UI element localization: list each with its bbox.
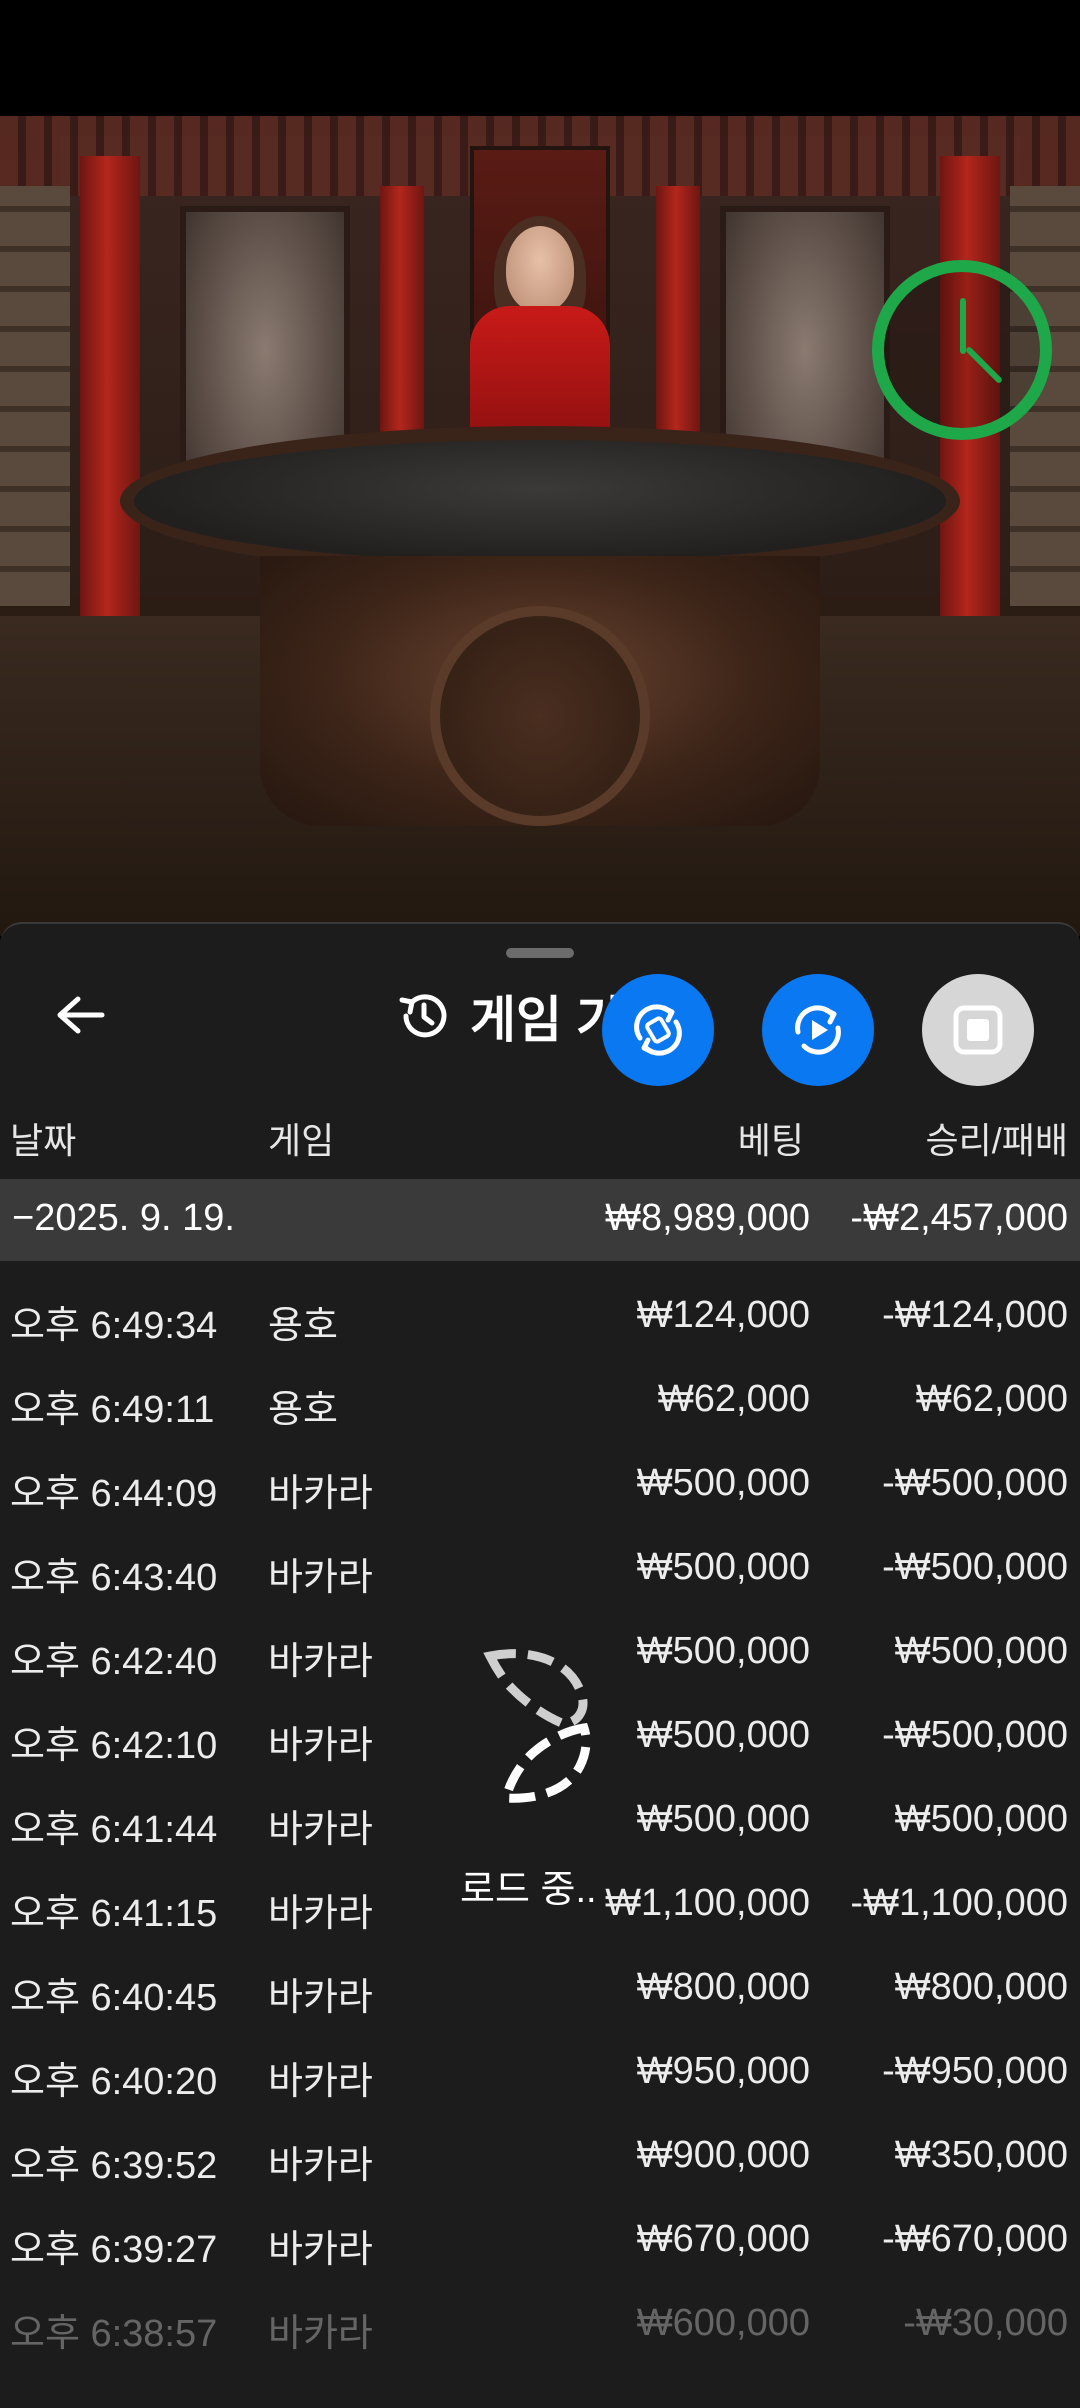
row-result: -₩124,000 <box>882 1294 1068 1336</box>
group-bet-total: ₩8,989,000 <box>605 1197 810 1239</box>
row-time: 오후 6:49:34 <box>10 1305 218 1347</box>
table-row[interactable]: 오후 6:43:40 바카라 ₩500,000 -₩500,000 <box>0 1526 1080 1610</box>
row-bet: ₩500,000 <box>636 1462 810 1504</box>
row-game: 바카라 <box>268 1725 373 1767</box>
dealer-body <box>470 306 610 446</box>
stop-icon <box>953 1005 1003 1055</box>
row-bet: ₩600,000 <box>636 2302 810 2344</box>
sheet-grabber[interactable] <box>506 948 574 958</box>
row-game: 용호 <box>268 1305 338 1347</box>
date-group-row[interactable]: −2025. 9. 19. ₩8,989,000 -₩2,457,000 <box>0 1179 1080 1261</box>
row-result: -₩1,100,000 <box>850 1882 1068 1924</box>
row-game: 바카라 <box>268 2313 373 2355</box>
row-bet: ₩500,000 <box>636 1798 810 1840</box>
table-row[interactable]: 오후 6:49:11 용호 ₩62,000 ₩62,000 <box>0 1358 1080 1442</box>
row-game: 바카라 <box>268 1557 373 1599</box>
row-time: 오후 6:39:52 <box>10 2145 218 2187</box>
row-time: 오후 6:41:44 <box>10 1809 218 1851</box>
back-button[interactable] <box>50 984 112 1046</box>
switch-table-button[interactable] <box>602 974 714 1086</box>
row-time: 오후 6:42:40 <box>10 1641 218 1683</box>
group-result-total: -₩2,457,000 <box>850 1197 1068 1239</box>
swap-icon <box>634 1004 682 1056</box>
row-result: -₩500,000 <box>882 1546 1068 1588</box>
row-bet: ₩800,000 <box>636 1966 810 2008</box>
arrow-left-icon <box>57 996 105 1034</box>
row-time: 오후 6:39:27 <box>10 2229 218 2271</box>
row-time: 오후 6:44:09 <box>10 1473 218 1515</box>
row-time: 오후 6:43:40 <box>10 1557 218 1599</box>
row-result: -₩670,000 <box>882 2218 1068 2260</box>
row-time: 오후 6:42:10 <box>10 1725 218 1767</box>
row-result: -₩30,000 <box>903 2302 1068 2344</box>
loading-logo-icon <box>483 1649 591 1803</box>
row-time: 오후 6:49:11 <box>10 1389 215 1431</box>
row-result: ₩62,000 <box>915 1378 1068 1420</box>
row-bet: ₩900,000 <box>636 2134 810 2176</box>
row-bet: ₩670,000 <box>636 2218 810 2260</box>
row-game: 바카라 <box>268 2229 373 2271</box>
game-table <box>120 426 960 576</box>
row-game: 바카라 <box>268 1473 373 1515</box>
table-row[interactable]: 오후 6:40:20 바카라 ₩950,000 -₩950,000 <box>0 2030 1080 2114</box>
row-bet: ₩1,100,000 <box>605 1882 810 1924</box>
history-list: 오후 6:49:34 용호 ₩124,000 -₩124,000 오후 6:49… <box>0 1274 1080 2366</box>
row-bet: ₩950,000 <box>636 2050 810 2092</box>
row-game: 바카라 <box>268 2145 373 2187</box>
status-bar <box>0 0 1080 116</box>
row-result: ₩350,000 <box>894 2134 1068 2176</box>
table-row[interactable]: 오후 6:44:09 바카라 ₩500,000 -₩500,000 <box>0 1442 1080 1526</box>
row-bet: ₩62,000 <box>657 1378 810 1420</box>
history-icon <box>399 994 447 1038</box>
column-game: 게임 <box>268 1120 335 1161</box>
row-time: 오후 6:41:15 <box>10 1893 218 1935</box>
row-result: ₩800,000 <box>894 1966 1068 2008</box>
row-bet: ₩500,000 <box>636 1714 810 1756</box>
row-result: -₩500,000 <box>882 1462 1068 1504</box>
group-date: −2025. 9. 19. <box>12 1197 235 1239</box>
row-game: 바카라 <box>268 1641 373 1683</box>
row-result: ₩500,000 <box>894 1630 1068 1672</box>
row-time: 오후 6:38:57 <box>10 2313 218 2355</box>
table-row[interactable]: 오후 6:38:57 바카라 ₩600,000 -₩30,000 <box>0 2282 1080 2366</box>
timer-clock-icon <box>872 260 1052 440</box>
table-emblem <box>430 606 650 826</box>
loading-text: 로드 중.. <box>460 1869 597 1911</box>
table-row[interactable]: 오후 6:39:27 바카라 ₩670,000 -₩670,000 <box>0 2198 1080 2282</box>
row-game: 용호 <box>268 1389 338 1431</box>
left-pillar <box>80 156 140 676</box>
table-row[interactable]: 오후 6:39:52 바카라 ₩900,000 ₩350,000 <box>0 2114 1080 2198</box>
game-history-sheet: 게임 기록 날짜 게임 베팅 승리/패배 −2025. 9. 19. ₩8,98… <box>0 922 1080 2408</box>
table-row[interactable]: 오후 6:49:34 용호 ₩124,000 -₩124,000 <box>0 1274 1080 1358</box>
row-game: 바카라 <box>268 1809 373 1851</box>
row-result: -₩950,000 <box>882 2050 1068 2092</box>
live-video[interactable] <box>0 116 1080 936</box>
column-bet: 베팅 <box>737 1120 804 1161</box>
column-date: 날짜 <box>10 1120 77 1161</box>
row-time: 오후 6:40:45 <box>10 1977 218 2019</box>
dealer-face <box>506 226 574 312</box>
row-bet: ₩500,000 <box>636 1630 810 1672</box>
row-game: 바카라 <box>268 1893 373 1935</box>
row-game: 바카라 <box>268 2061 373 2103</box>
table-header: 날짜 게임 베팅 승리/패배 <box>0 1112 1080 1168</box>
row-result: ₩500,000 <box>894 1798 1068 1840</box>
replay-icon <box>795 1005 841 1055</box>
left-screen <box>0 186 70 606</box>
column-result: 승리/패배 <box>925 1120 1068 1161</box>
row-bet: ₩500,000 <box>636 1546 810 1588</box>
row-time: 오후 6:40:20 <box>10 2061 218 2103</box>
table-row[interactable]: 오후 6:40:45 바카라 ₩800,000 ₩800,000 <box>0 1946 1080 2030</box>
row-game: 바카라 <box>268 1977 373 2019</box>
stop-button[interactable] <box>922 974 1034 1086</box>
row-result: -₩500,000 <box>882 1714 1068 1756</box>
row-bet: ₩124,000 <box>636 1294 810 1336</box>
replay-button[interactable] <box>762 974 874 1086</box>
